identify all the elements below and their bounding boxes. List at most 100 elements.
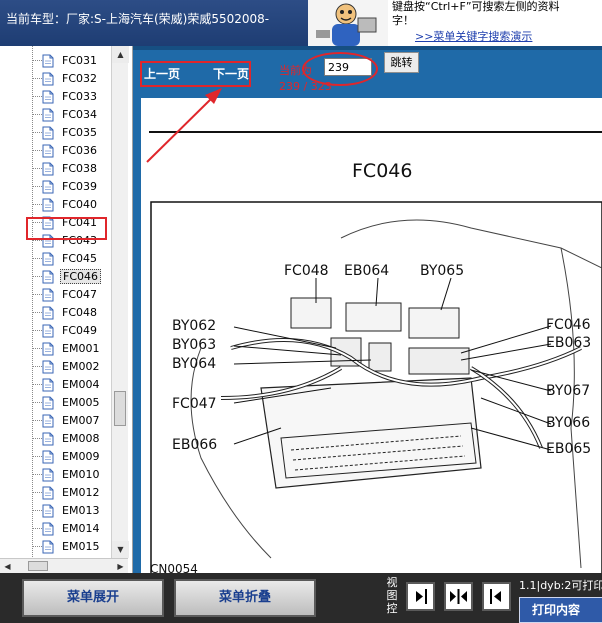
- tree-item-label: EM005: [62, 395, 100, 409]
- view-right-button[interactable]: [406, 582, 435, 611]
- tree-connector: [32, 59, 42, 61]
- arrow-right-icon: [416, 589, 427, 604]
- document-icon: [42, 503, 54, 518]
- scroll-thumb[interactable]: [114, 391, 126, 426]
- tree-item[interactable]: FC048: [32, 303, 99, 321]
- tree-item[interactable]: EM010: [32, 465, 101, 483]
- label-by066: BY066: [546, 415, 591, 431]
- tree-connector: [32, 257, 42, 259]
- tree-vertical-scrollbar[interactable]: ▲ ▼: [111, 46, 129, 558]
- tree-item[interactable]: FC033: [32, 87, 99, 105]
- tree-horizontal-scrollbar[interactable]: ◀ ▶: [0, 558, 128, 573]
- document-icon: [42, 521, 54, 536]
- document-icon: [42, 197, 54, 212]
- hscroll-thumb[interactable]: [28, 561, 48, 571]
- menu-collapse-button[interactable]: 菜单折叠: [174, 579, 316, 617]
- tree-item[interactable]: EM015: [32, 537, 101, 555]
- tree-item[interactable]: EM004: [32, 375, 101, 393]
- menu-expand-button[interactable]: 菜单展开: [22, 579, 164, 617]
- label-eb063: EB063: [546, 335, 592, 351]
- tree-item-label: FC047: [62, 287, 98, 301]
- label-fc047: FC047: [172, 396, 217, 412]
- tree-item[interactable]: FC032: [32, 69, 99, 87]
- tree-item-label: EM010: [62, 467, 100, 481]
- document-icon: [42, 161, 54, 176]
- tree-item[interactable]: FC036: [32, 141, 99, 159]
- scroll-left-icon[interactable]: ◀: [0, 559, 15, 574]
- tree-item[interactable]: EM014: [32, 519, 101, 537]
- tree-connector: [32, 365, 42, 367]
- document-icon: [42, 449, 54, 464]
- tree-item-label: FC036: [62, 143, 98, 157]
- tree-item[interactable]: EM009: [32, 447, 101, 465]
- tree-item[interactable]: EM008: [32, 429, 101, 447]
- scroll-up-icon[interactable]: ▲: [112, 46, 129, 63]
- tree-item-label: FC033: [62, 89, 98, 103]
- document-icon: [42, 377, 54, 392]
- scroll-down-icon[interactable]: ▼: [112, 541, 129, 558]
- document-icon: [42, 539, 54, 554]
- tree-item[interactable]: EM001: [32, 339, 101, 357]
- tree-item[interactable]: EM012: [32, 483, 101, 501]
- tree-item[interactable]: FC034: [32, 105, 99, 123]
- document-icon: [42, 431, 54, 446]
- tree-item[interactable]: EM013: [32, 501, 101, 519]
- document-icon: [42, 287, 54, 302]
- jump-button[interactable]: 跳转: [384, 52, 419, 73]
- scroll-right-icon[interactable]: ▶: [113, 559, 128, 574]
- top-banner: 当前车型：厂家:S-上海汽车(荣威)荣威5502008- 键盘按“Ctrl+F”…: [0, 0, 602, 46]
- label-eb065: EB065: [546, 441, 592, 457]
- tree-item[interactable]: FC038: [32, 159, 99, 177]
- tree-item[interactable]: FC047: [32, 285, 99, 303]
- view-left-button[interactable]: [482, 582, 511, 611]
- tree-item[interactable]: FC031: [32, 51, 99, 69]
- tree-item[interactable]: FC039: [32, 177, 99, 195]
- document-icon: [42, 71, 54, 86]
- tree-item[interactable]: FC049: [32, 321, 99, 339]
- document-title: FC046: [352, 160, 413, 182]
- label-eb064: EB064: [344, 263, 390, 279]
- next-page-button[interactable]: 下一页: [213, 65, 249, 82]
- status-text: 1.1|dyb:2可打印: [519, 579, 602, 592]
- document-icon: [42, 323, 54, 338]
- tree-item[interactable]: FC046: [32, 267, 102, 285]
- tree-item-label: EM012: [62, 485, 100, 499]
- tree-item-label: FC031: [62, 53, 98, 67]
- tree-connector: [32, 419, 42, 421]
- label-by065: BY065: [420, 263, 465, 279]
- view-both-button[interactable]: [444, 582, 473, 611]
- prev-page-button[interactable]: 上一页: [144, 65, 180, 82]
- tree-item[interactable]: FC045: [32, 249, 99, 267]
- tree-connector: [32, 383, 42, 385]
- document-icon: [42, 107, 54, 122]
- tree-item[interactable]: EM005: [32, 393, 101, 411]
- document-icon: [42, 125, 54, 140]
- tree-item[interactable]: EM007: [32, 411, 101, 429]
- page-input-highlight: [302, 52, 378, 86]
- tree-connector: [32, 203, 42, 205]
- tree-item[interactable]: FC035: [32, 123, 99, 141]
- document-icon: [42, 143, 54, 158]
- label-by064: BY064: [172, 356, 217, 372]
- selected-item-highlight: [26, 217, 107, 240]
- car-type-bar: 当前车型：厂家:S-上海汽车(荣威)荣威5502008-: [0, 0, 308, 46]
- search-demo-link[interactable]: >>菜单关键字搜索演示: [415, 28, 532, 44]
- tree-connector: [32, 275, 42, 277]
- tree-connector: [32, 527, 42, 529]
- mascot-image: [308, 0, 388, 46]
- tree-connector: [32, 545, 42, 547]
- tree-item-label: EM008: [62, 431, 100, 445]
- tree-item[interactable]: EM002: [32, 357, 101, 375]
- tree-item-label: EM002: [62, 359, 100, 373]
- document-icon: [42, 305, 54, 320]
- tree-connector: [32, 347, 42, 349]
- tree-item-label: EM001: [62, 341, 100, 355]
- print-button[interactable]: 打印内容: [519, 597, 602, 623]
- document-icon: [42, 395, 54, 410]
- tree-item-label: FC039: [62, 179, 98, 193]
- document-icon: [42, 179, 54, 194]
- tree-item[interactable]: FC040: [32, 195, 99, 213]
- tree-item-label: FC045: [62, 251, 98, 265]
- tree-item-label: FC032: [62, 71, 98, 85]
- tree-connector: [32, 113, 42, 115]
